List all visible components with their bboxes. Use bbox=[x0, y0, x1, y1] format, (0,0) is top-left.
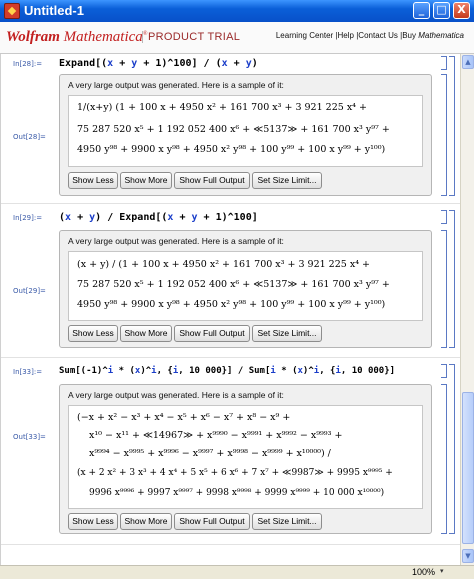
show-less-button[interactable]: Show Less bbox=[68, 513, 118, 530]
scrollbar-thumb[interactable] bbox=[462, 392, 474, 544]
cell-bracket[interactable] bbox=[441, 230, 447, 348]
learning-center-link[interactable]: Learning Center bbox=[276, 31, 333, 40]
large-output-panel: A very large output was generated. Here … bbox=[59, 384, 432, 534]
input-token: + bbox=[173, 212, 192, 223]
output-sample: (x + y) / (1 + 100 x + 4950 x² + 161 700… bbox=[68, 251, 423, 321]
output-line: (x + 2 x² + 3 x³ + 4 x⁴ + 5 x⁵ + 6 x⁶ + … bbox=[77, 468, 393, 478]
scroll-down-icon[interactable]: ▼ bbox=[462, 549, 474, 563]
vertical-scrollbar[interactable]: ▲ ▼ bbox=[460, 54, 474, 565]
input-expression[interactable]: (x + y) / Expand[(x + y + 1)^100] bbox=[59, 212, 258, 223]
large-output-panel: A very large output was generated. Here … bbox=[59, 230, 432, 348]
show-more-button[interactable]: Show More bbox=[120, 325, 172, 342]
cell-bracket[interactable] bbox=[441, 74, 447, 196]
set-size-limit-button[interactable]: Set Size Limit... bbox=[252, 325, 322, 342]
input-label: In[33]:= bbox=[13, 368, 43, 376]
input-token: , { bbox=[319, 366, 336, 376]
large-output-message: A very large output was generated. Here … bbox=[68, 80, 284, 90]
show-more-button[interactable]: Show More bbox=[120, 513, 172, 530]
input-token: ) bbox=[251, 58, 258, 69]
output-label: Out[28]= bbox=[13, 133, 46, 141]
large-output-panel: A very large output was generated. Here … bbox=[59, 74, 432, 196]
show-full-output-button[interactable]: Show Full Output bbox=[174, 325, 250, 342]
output-line: 4950 y⁹⁸ + 9900 x y⁹⁸ + 4950 x² y⁹⁸ + 10… bbox=[77, 299, 386, 310]
buy-link-text: Buy bbox=[402, 31, 419, 40]
input-expression[interactable]: Sum[(-1)^i * (x)^i, {i, 10 000}] / Sum[i… bbox=[59, 366, 395, 376]
logo-product: Mathematica bbox=[63, 29, 143, 45]
input-token: + 1)^100] / ( bbox=[137, 58, 222, 69]
close-button[interactable]: X bbox=[453, 2, 470, 19]
show-less-button[interactable]: Show Less bbox=[68, 325, 118, 342]
output-sample: (−x + x² − x³ + x⁴ − x⁵ + x⁶ − x⁷ + x⁸ −… bbox=[68, 405, 423, 509]
show-more-button[interactable]: Show More bbox=[120, 172, 172, 189]
buy-link[interactable]: Buy Mathematica bbox=[402, 31, 464, 40]
cell-group-bracket[interactable] bbox=[449, 210, 455, 348]
cell-bracket[interactable] bbox=[441, 56, 447, 70]
buy-link-product: Mathematica bbox=[418, 31, 464, 40]
maximize-button[interactable]: □ bbox=[433, 2, 450, 19]
cell-group-bracket[interactable] bbox=[449, 56, 455, 196]
title-bar: Untitled-1 _ □ X bbox=[0, 0, 474, 22]
output-line: (x + y) / (1 + 100 x + 4950 x² + 161 700… bbox=[77, 259, 370, 270]
contact-us-link[interactable]: Contact Us bbox=[358, 31, 398, 40]
output-line: 1/(x+y) (1 + 100 x + 4950 x² + 161 700 x… bbox=[77, 102, 367, 113]
input-token: )^ bbox=[302, 366, 314, 376]
chevron-down-icon[interactable]: ▾ bbox=[440, 567, 444, 575]
output-line: x⁹⁹⁹⁴ − x⁹⁹⁹⁵ + x⁹⁹⁹⁶ − x⁹⁹⁹⁷ + x⁹⁹⁹⁸ − … bbox=[89, 448, 331, 459]
logo-brand: Wolfram bbox=[6, 29, 60, 45]
input-token: + bbox=[227, 58, 246, 69]
large-output-message: A very large output was generated. Here … bbox=[68, 390, 284, 400]
input-token: + 1)^100] bbox=[197, 212, 258, 223]
window-title: Untitled-1 bbox=[24, 3, 84, 18]
input-token: * ( bbox=[275, 366, 298, 376]
output-line: 75 287 520 x⁵ + 1 192 052 400 x⁶ + ≪5137… bbox=[77, 124, 390, 135]
set-size-limit-button[interactable]: Set Size Limit... bbox=[252, 172, 322, 189]
input-label: In[29]:= bbox=[13, 214, 43, 222]
cell-separator bbox=[1, 203, 460, 204]
input-token: ) / Expand[( bbox=[95, 212, 168, 223]
input-token: )^ bbox=[140, 366, 152, 376]
input-token: * ( bbox=[113, 366, 135, 376]
mathematica-icon bbox=[4, 3, 20, 19]
input-label: In[28]:= bbox=[13, 60, 43, 68]
minimize-button[interactable]: _ bbox=[413, 2, 430, 19]
show-full-output-button[interactable]: Show Full Output bbox=[174, 513, 250, 530]
show-full-output-button[interactable]: Show Full Output bbox=[174, 172, 250, 189]
scroll-up-icon[interactable]: ▲ bbox=[462, 55, 474, 69]
input-token: , 10 000}] / Sum[ bbox=[178, 366, 271, 376]
output-line: 4950 y⁹⁸ + 9900 x y⁹⁸ + 4950 x² y⁹⁸ + 10… bbox=[77, 144, 386, 155]
wolfram-logo: Wolfram Mathematica® bbox=[6, 29, 147, 46]
output-line: 9996 x⁹⁹⁹⁶ + 9997 x⁹⁹⁹⁷ + 9998 x⁹⁹⁹⁸ + 9… bbox=[89, 488, 385, 498]
input-token: , { bbox=[156, 366, 173, 376]
zoom-level[interactable]: 100% bbox=[412, 567, 435, 577]
cell-bracket[interactable] bbox=[441, 364, 447, 378]
output-sample: 1/(x+y) (1 + 100 x + 4950 x² + 161 700 x… bbox=[68, 95, 423, 167]
cell-separator bbox=[1, 357, 460, 358]
input-token: Sum[(-1)^ bbox=[59, 366, 108, 376]
cell-group-bracket[interactable] bbox=[449, 364, 455, 534]
product-trial-label: PRODUCT TRIAL bbox=[142, 31, 240, 43]
input-token: , 10 000}] bbox=[340, 366, 396, 376]
status-bar: 100% ▾ bbox=[0, 565, 474, 579]
input-token: + bbox=[113, 58, 132, 69]
cell-separator bbox=[1, 544, 460, 545]
cell-bracket[interactable] bbox=[441, 384, 447, 534]
output-line: (−x + x² − x³ + x⁴ − x⁵ + x⁶ − x⁷ + x⁸ −… bbox=[77, 412, 291, 423]
output-label: Out[33]= bbox=[13, 433, 46, 441]
mathematica-window: Untitled-1 _ □ X Wolfram Mathematica® PR… bbox=[0, 0, 474, 579]
show-less-button[interactable]: Show Less bbox=[68, 172, 118, 189]
output-line: 75 287 520 x⁵ + 1 192 052 400 x⁶ + ≪5137… bbox=[77, 279, 390, 290]
input-expression[interactable]: Expand[(x + y + 1)^100] / (x + y) bbox=[59, 58, 258, 69]
output-line: x¹⁰ − x¹¹ + ≪14967≫ + x⁹⁹⁹⁰ − x⁹⁹⁹¹ + x⁹… bbox=[89, 430, 343, 441]
cell-bracket[interactable] bbox=[441, 210, 447, 224]
input-token: + bbox=[71, 212, 90, 223]
header-links: Learning Center |Help |Contact Us |Buy M… bbox=[276, 31, 464, 40]
notebook[interactable]: In[28]:= Expand[(x + y + 1)^100] / (x + … bbox=[0, 54, 460, 565]
set-size-limit-button[interactable]: Set Size Limit... bbox=[252, 513, 322, 530]
output-label: Out[29]= bbox=[13, 287, 46, 295]
help-link[interactable]: Help bbox=[338, 31, 354, 40]
input-token: Expand[( bbox=[59, 58, 108, 69]
large-output-message: A very large output was generated. Here … bbox=[68, 236, 284, 246]
